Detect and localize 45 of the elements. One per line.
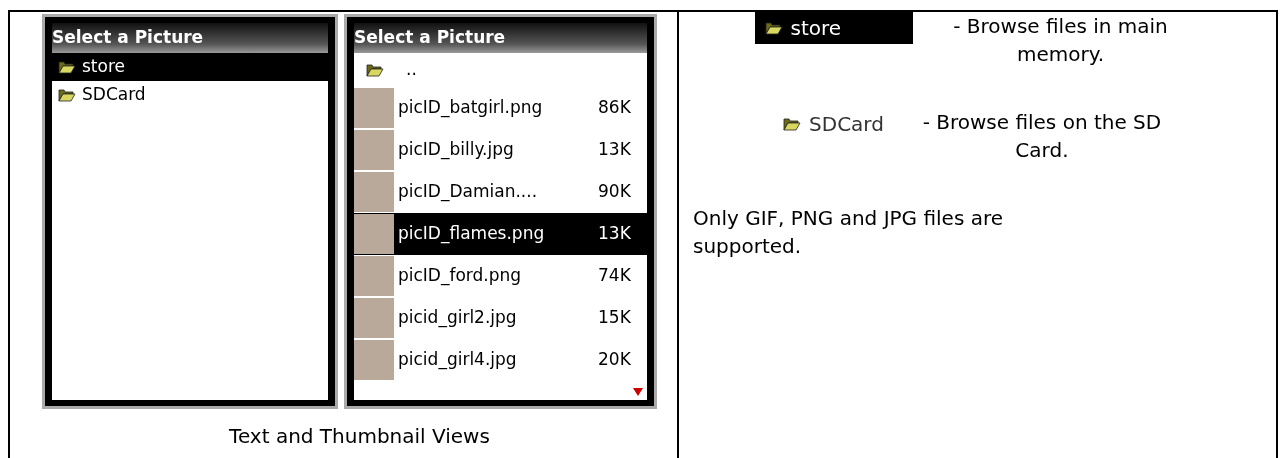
- list-item[interactable]: picID_ford.png 74K: [354, 255, 647, 297]
- photo-placeholder: [354, 172, 394, 212]
- folder-icon: [366, 63, 384, 77]
- file-name: picID_billy.jpg: [398, 138, 515, 162]
- photo-placeholder: [354, 130, 394, 170]
- folder-item: store: [754, 12, 913, 44]
- photo-placeholder: [354, 340, 394, 380]
- folder-item: SDCard: [773, 108, 894, 140]
- file-name: ..: [406, 58, 418, 82]
- file-size: 13K: [598, 222, 631, 246]
- file-name: picID_batgirl.png: [398, 96, 544, 120]
- file-name: picID_Damian....: [398, 180, 539, 204]
- file-size: 15K: [598, 306, 631, 330]
- photo-placeholder: [354, 256, 394, 296]
- folder-icon: [58, 88, 76, 102]
- screen-title: Select a Picture: [52, 23, 328, 53]
- folder-icon: [764, 21, 783, 35]
- file-name: picID_flames.png: [398, 222, 546, 246]
- list-item[interactable]: picID_flames.png 13K: [354, 213, 647, 255]
- description-text: - Browse files on the SD Card.: [921, 109, 1163, 164]
- figure-caption: Text and Thumbnail Views: [228, 423, 491, 450]
- file-size: 74K: [598, 264, 631, 288]
- photo-placeholder: [354, 298, 394, 338]
- list-item[interactable]: ..: [354, 53, 647, 87]
- file-name: picID_ford.png: [398, 264, 523, 288]
- photo-placeholder: [354, 214, 394, 254]
- file-size: 13K: [598, 138, 631, 162]
- file-size: 20K: [598, 348, 631, 372]
- list-item[interactable]: picid_girl4.jpg 20K: [354, 339, 647, 381]
- file-size: 90K: [598, 180, 631, 204]
- description-text: - Browse files in main memory.: [952, 13, 1169, 68]
- file-name: picid_girl4.jpg: [398, 348, 518, 372]
- file-name: picid_girl2.jpg: [398, 306, 518, 330]
- list-item[interactable]: picID_batgirl.png 86K: [354, 87, 647, 129]
- list-item[interactable]: picID_billy.jpg 13K: [354, 129, 647, 171]
- list-item[interactable]: picID_Damian.... 90K: [354, 171, 647, 213]
- list-item[interactable]: store: [52, 53, 328, 81]
- list-item[interactable]: picid_girl2.jpg 15K: [354, 297, 647, 339]
- note-text: Only GIF, PNG and JPG files are supported.: [693, 205, 1005, 260]
- list-item[interactable]: SDCard: [52, 81, 328, 109]
- photo-placeholder: [354, 88, 394, 128]
- folder-icon: [58, 60, 76, 74]
- folder-icon: [783, 117, 802, 131]
- file-size: 86K: [598, 96, 631, 120]
- screen-title: Select a Picture: [354, 23, 647, 53]
